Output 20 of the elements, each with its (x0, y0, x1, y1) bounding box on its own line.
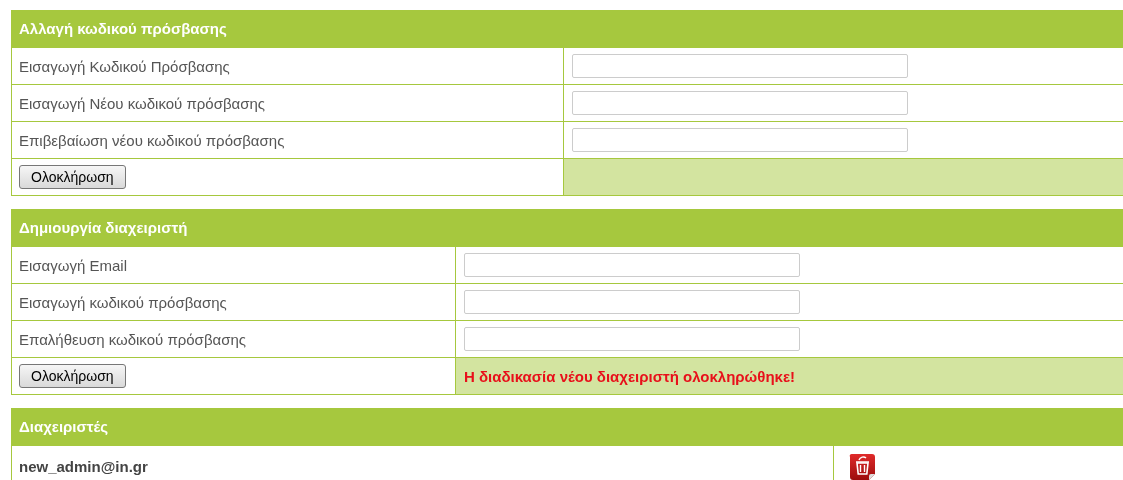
field-label: Επιβεβαίωση νέου κωδικού πρόσβασης (19, 131, 285, 149)
complete-button[interactable]: Ολοκλήρωση (19, 364, 126, 388)
input-field[interactable] (572, 91, 908, 115)
trash-icon[interactable] (849, 452, 877, 480)
field-label: Εισαγωγή Νέου κωδικού πρόσβασης (19, 94, 266, 112)
section-header: Δημιουργία διαχειριστή (12, 209, 1123, 246)
input-field[interactable] (572, 128, 908, 152)
field-label: Εισαγωγή Email (19, 256, 127, 274)
field-label: Επαλήθευση κωδικού πρόσβασης (19, 330, 246, 348)
complete-button[interactable]: Ολοκλήρωση (19, 165, 126, 189)
section-header: Αλλαγή κωδικού πρόσβασης (12, 10, 1123, 47)
field-label: Εισαγωγή κωδικού πρόσβασης (19, 293, 227, 311)
field-label: Εισαγωγή Κωδικού Πρόσβασης (19, 57, 230, 75)
admin-email: new_admin@in.gr (19, 458, 148, 475)
input-field[interactable] (464, 253, 800, 277)
input-field[interactable] (464, 327, 800, 351)
input-field[interactable] (464, 290, 800, 314)
input-field[interactable] (572, 54, 908, 78)
section-header: Διαχειριστές (12, 408, 1123, 445)
success-message: Η διαδικασία νέου διαχειριστή ολοκληρώθηκε! (464, 367, 796, 385)
